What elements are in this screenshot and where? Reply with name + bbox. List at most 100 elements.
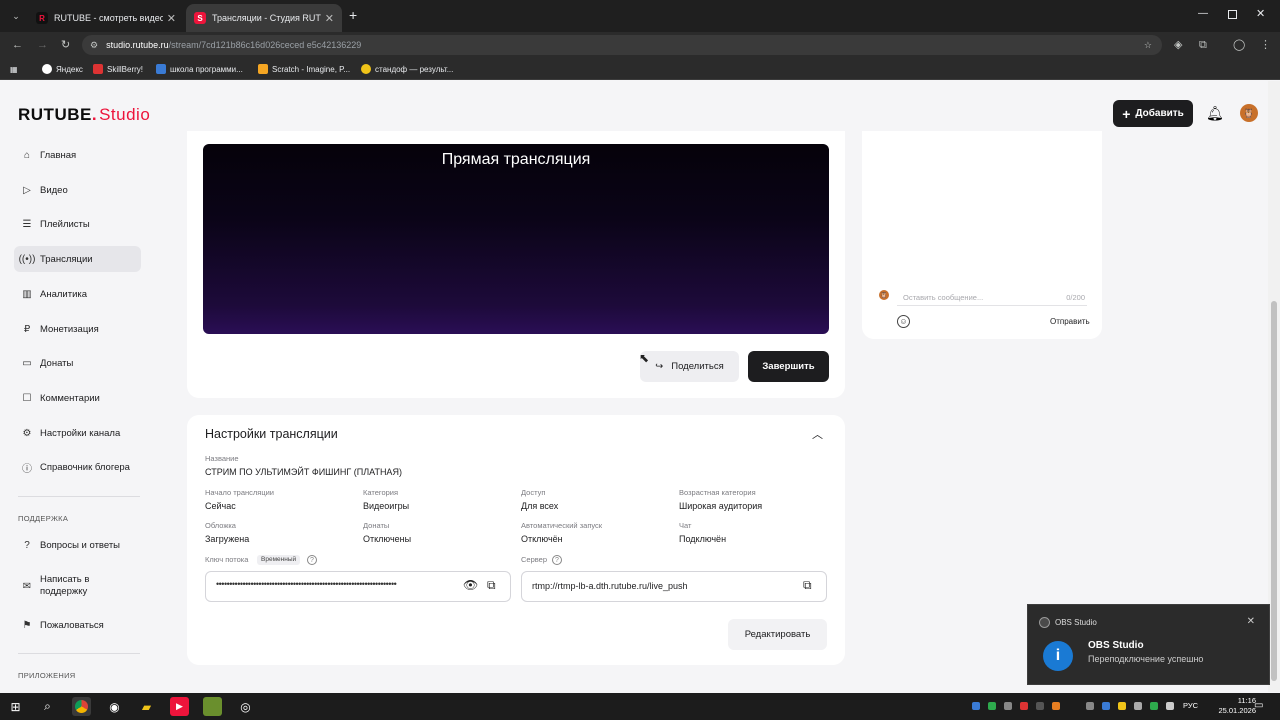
profile-icon[interactable]: ◯ (1233, 32, 1245, 58)
avatar[interactable]: 🦉 (1240, 104, 1258, 122)
age-label: Возрастная категория (679, 488, 756, 497)
tray-icon[interactable] (1020, 702, 1028, 710)
forward-icon[interactable]: → (37, 32, 48, 58)
obs-icon[interactable]: ◎ (236, 697, 255, 716)
back-icon[interactable]: ← (12, 32, 23, 58)
bookmark-school[interactable]: школа программи... (156, 62, 243, 76)
extensions-puzzle-icon[interactable]: ⧉ (1199, 32, 1207, 58)
steam-icon[interactable]: ◉ (105, 697, 124, 716)
scrollbar-thumb[interactable] (1271, 301, 1277, 681)
home-icon: ⌂ (23, 149, 31, 161)
bell-icon[interactable]: 🔔︎ (1206, 105, 1224, 122)
close-tab-icon[interactable]: ✕ (325, 12, 334, 25)
tray-icon[interactable] (1086, 702, 1094, 710)
copy-icon[interactable]: ⧉ (487, 578, 496, 593)
eye-icon[interactable]: 👁︎ (463, 578, 478, 592)
name-value: СТРИМ ПО УЛЬТИМЭЙТ ФИШИНГ (ПЛАТНАЯ) (205, 467, 402, 477)
sidebar-item-donations[interactable]: ▭ Донаты (14, 350, 141, 376)
minecraft-icon[interactable] (203, 697, 222, 716)
tray-icon[interactable] (1150, 702, 1158, 710)
close-icon[interactable]: ✕ (1247, 616, 1255, 627)
bookmark-scratch[interactable]: Scratch - Imagine, P... (258, 62, 350, 76)
bookmark-standoff[interactable]: стандоф — результ... (361, 62, 453, 76)
edit-button[interactable]: Редактировать (728, 619, 827, 650)
donations-value: Отключены (363, 534, 412, 544)
rutube-studio-logo[interactable]: RUTUBE. Studio (18, 105, 150, 125)
notification-center-icon[interactable]: ▭ (1254, 700, 1263, 711)
tray-icon[interactable] (988, 702, 996, 710)
windows-taskbar: ⊞ ⌕ ◉ ▰ ▶ ◎ РУС 11:16 25.01.2026 ▭ (0, 693, 1280, 720)
tray-icon[interactable] (1102, 702, 1110, 710)
file-explorer-icon[interactable]: ▰ (137, 697, 156, 716)
tray-icon[interactable] (1118, 702, 1126, 710)
obs-notification[interactable]: OBS Studio ✕ i OBS Studio Переподключени… (1027, 604, 1270, 685)
support-section-label: ПОДДЕРЖКА (18, 514, 69, 523)
tab-rutube[interactable]: R RUTUBE - смотреть видео он ✕ (28, 4, 184, 32)
chat-card (862, 131, 1102, 339)
tray-icon[interactable] (1004, 702, 1012, 710)
apps-grid-icon[interactable]: ▦ (10, 62, 18, 76)
finish-button[interactable]: Завершить (748, 351, 829, 382)
add-button[interactable]: + Добавить (1113, 100, 1193, 127)
plus-icon: + (1122, 105, 1131, 122)
sidebar-item-video[interactable]: ▷ Видео (14, 177, 141, 203)
sidebar-item-broadcasts[interactable]: ((•)) Трансляции (14, 246, 141, 272)
sidebar-item-home[interactable]: ⌂ Главная (14, 142, 141, 168)
tray-icon[interactable] (1036, 702, 1044, 710)
menu-dots-icon[interactable]: ⋮ (1260, 32, 1271, 58)
sidebar-item-blogger-guide[interactable]: ⓘ Справочник блогера (14, 454, 141, 480)
page-scrollbar[interactable] (1268, 81, 1280, 692)
site-info-icon[interactable]: ⚙ (90, 40, 98, 51)
bookmark-star-icon[interactable]: ☆ (1144, 40, 1152, 51)
sidebar-item-monetization[interactable]: ₽ Монетизация (14, 316, 141, 342)
server-field[interactable]: rtmp://rtmp-lb-a.dth.rutube.ru/live_push… (521, 571, 827, 602)
clock-date: 25.01.2026 (1218, 706, 1256, 715)
chrome-icon[interactable] (72, 697, 91, 716)
share-button[interactable]: ↪ Поделиться (640, 351, 739, 382)
start-label: Начало трансляции (205, 488, 274, 497)
sidebar-item-report[interactable]: ⚑ Пожаловаться (14, 612, 141, 638)
send-button[interactable]: Отправить (1050, 317, 1090, 326)
chevron-up-icon[interactable]: ︿ (812, 426, 823, 442)
tray-icon[interactable] (1134, 702, 1142, 710)
bookmark-yandex[interactable]: Яндекс (42, 62, 83, 76)
close-window-icon[interactable]: ✕ (1256, 7, 1265, 20)
category-label: Категория (363, 488, 399, 497)
new-tab-icon[interactable]: + (349, 7, 357, 23)
extension-icon[interactable]: ◈ (1174, 32, 1182, 58)
flag-icon: ⚑ (22, 619, 32, 631)
tab-search-icon[interactable]: ⌄ (8, 8, 24, 24)
video-player[interactable]: Прямая трансляция (203, 144, 829, 334)
chat-message-input[interactable]: Оставить сообщение... 0/200 (897, 289, 1087, 306)
copy-icon[interactable]: ⧉ (803, 578, 812, 593)
stream-key-field[interactable]: ••••••••••••••••••••••••••••••••••••••••… (205, 571, 511, 602)
sidebar-item-faq[interactable]: ? Вопросы и ответы (14, 532, 141, 558)
sidebar-item-contact-support[interactable]: ✉ Написать в поддержку (14, 570, 141, 602)
emoji-icon[interactable]: ☺ (897, 315, 910, 328)
yandex-icon (42, 64, 52, 74)
sidebar-item-playlists[interactable]: ☰ Плейлисты (14, 211, 141, 237)
sidebar-item-channel-settings[interactable]: ⚙ Настройки канала (14, 420, 141, 446)
url-path: /stream/7cd121b86c16d026ceced e5c4213622… (168, 40, 362, 50)
tray-icon[interactable] (1166, 702, 1174, 710)
sidebar-item-comments[interactable]: ☐ Комментарии (14, 385, 141, 411)
rutube-app-icon[interactable]: ▶ (170, 697, 189, 716)
maximize-icon[interactable] (1228, 10, 1237, 19)
close-tab-icon[interactable]: ✕ (167, 12, 176, 25)
minimize-icon[interactable]: — (1198, 8, 1208, 19)
sidebar-item-analytics[interactable]: ▥ Аналитика (14, 281, 141, 307)
server-value: rtmp://rtmp-lb-a.dth.rutube.ru/live_push (532, 581, 688, 591)
bookmark-skillberry[interactable]: SkillBerry! (93, 62, 143, 76)
tray-icon[interactable] (972, 702, 980, 710)
search-icon[interactable]: ⌕ (38, 697, 57, 716)
toast-title: OBS Studio (1088, 640, 1144, 651)
tab-studio[interactable]: S Трансляции - Студия RUTUBE ✕ (186, 4, 342, 32)
language-indicator[interactable]: РУС (1183, 701, 1198, 710)
help-icon[interactable]: ? (552, 555, 562, 565)
reload-icon[interactable]: ↻ (61, 32, 70, 58)
windows-start-icon[interactable]: ⊞ (6, 697, 25, 716)
system-clock[interactable]: 11:16 25.01.2026 (1218, 696, 1256, 716)
tray-icon[interactable] (1052, 702, 1060, 710)
help-icon[interactable]: ? (307, 555, 317, 565)
url-field[interactable]: ⚙ studio.rutube.ru /stream/7cd121b86c16d… (82, 35, 1162, 55)
